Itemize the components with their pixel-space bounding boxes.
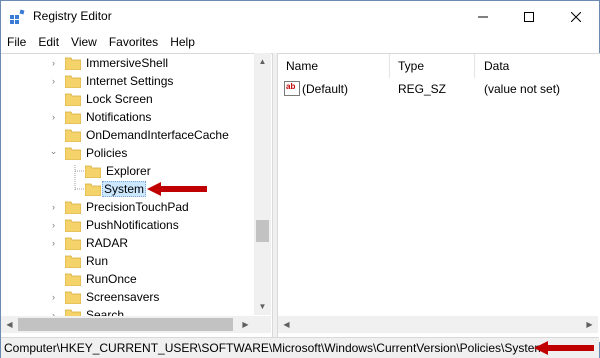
- window-title: Registry Editor: [33, 9, 112, 23]
- scroll-thumb[interactable]: [18, 318, 233, 331]
- folder-icon: [65, 273, 81, 286]
- menu-bar: File Edit View Favorites Help: [1, 32, 599, 52]
- tree-item-label: PushNotifications: [86, 218, 179, 232]
- list-header: Name Type Data: [278, 54, 600, 78]
- list-horizontal-scrollbar[interactable]: ◀ ▶: [278, 316, 598, 333]
- column-header-name[interactable]: Name: [286, 59, 318, 73]
- expand-chevron-icon[interactable]: ›: [49, 112, 58, 122]
- scroll-right-arrow-icon[interactable]: ▶: [237, 316, 254, 333]
- folder-icon: [65, 57, 81, 70]
- menu-view[interactable]: View: [65, 32, 103, 52]
- tree-item-label: System: [102, 181, 147, 197]
- tree-horizontal-scrollbar[interactable]: ◀ ▶: [1, 316, 254, 333]
- expand-chevron-icon[interactable]: ›: [49, 220, 58, 230]
- maximize-button[interactable]: [506, 1, 552, 32]
- close-button[interactable]: [553, 1, 599, 32]
- collapse-chevron-icon[interactable]: ⌄: [49, 146, 58, 156]
- tree-item[interactable]: › Notifications: [1, 108, 254, 126]
- tree-item-label: RADAR: [86, 236, 129, 250]
- registry-editor-app-icon: [10, 9, 25, 24]
- tree-item[interactable]: › RADAR: [1, 234, 254, 252]
- string-value-icon: ab: [284, 81, 300, 96]
- menu-file[interactable]: File: [1, 32, 32, 52]
- folder-icon: [65, 129, 81, 142]
- tree-item-label: Policies: [86, 146, 128, 160]
- expand-chevron-icon[interactable]: ›: [49, 202, 58, 212]
- status-bar: Computer\HKEY_CURRENT_USER\SOFTWARE\Micr…: [1, 337, 599, 358]
- tree-item[interactable]: › ImmersiveShell: [1, 54, 254, 72]
- folder-icon: [65, 75, 81, 88]
- registry-key-tree[interactable]: › ImmersiveShell › Internet Settings Loc…: [1, 53, 273, 342]
- annotation-arrow-icon: [534, 341, 594, 355]
- scroll-left-arrow-icon[interactable]: ◀: [1, 316, 18, 333]
- expand-chevron-icon[interactable]: ›: [49, 76, 58, 86]
- tree-item-label: OnDemandInterfaceCache: [86, 128, 229, 142]
- menu-favorites[interactable]: Favorites: [103, 32, 164, 52]
- tree-item[interactable]: Explorer: [1, 162, 254, 180]
- registry-editor-window: Registry Editor File Edit View Favorites…: [0, 0, 600, 358]
- title-bar: Registry Editor: [1, 1, 599, 32]
- expand-chevron-icon[interactable]: ›: [49, 58, 58, 68]
- folder-icon: [65, 219, 81, 232]
- tree-item-label: Screensavers: [86, 290, 160, 304]
- tree-item[interactable]: › Internet Settings: [1, 72, 254, 90]
- annotation-arrow-icon: [147, 182, 207, 196]
- folder-icon: [65, 291, 81, 304]
- folder-icon: [85, 165, 101, 178]
- tree-item-label: ImmersiveShell: [86, 56, 169, 70]
- scroll-up-arrow-icon[interactable]: ▲: [254, 53, 271, 70]
- tree-item[interactable]: › PushNotifications: [1, 216, 254, 234]
- menu-help[interactable]: Help: [164, 32, 201, 52]
- column-header-data[interactable]: Data: [484, 59, 509, 73]
- value-name: (Default): [302, 82, 349, 96]
- value-data: (value not set): [484, 82, 561, 96]
- column-header-type[interactable]: Type: [398, 59, 424, 73]
- tree-item[interactable]: ⌄ Policies: [1, 144, 254, 162]
- tree-item[interactable]: OnDemandInterfaceCache: [1, 126, 254, 144]
- tree-item-selected[interactable]: System: [1, 180, 254, 198]
- tree-item-label: Notifications: [86, 110, 152, 124]
- folder-icon: [65, 255, 81, 268]
- tree-item[interactable]: Run: [1, 252, 254, 270]
- tree-item[interactable]: Lock Screen: [1, 90, 254, 108]
- minimize-icon: [478, 16, 488, 17]
- close-icon: [571, 11, 581, 22]
- folder-icon: [65, 93, 81, 106]
- tree-item[interactable]: › PrecisionTouchPad: [1, 198, 254, 216]
- minimize-button[interactable]: [460, 1, 506, 32]
- tree-item-label: Explorer: [106, 164, 151, 178]
- list-row[interactable]: ab (Default) REG_SZ (value not set): [278, 80, 600, 98]
- tree-item-label: RunOnce: [86, 272, 137, 286]
- scrollbar-corner: [254, 316, 271, 333]
- column-divider[interactable]: [474, 54, 475, 78]
- menu-edit[interactable]: Edit: [32, 32, 65, 52]
- column-divider[interactable]: [389, 54, 390, 78]
- folder-open-icon: [65, 147, 81, 160]
- tree-item-label: PrecisionTouchPad: [86, 200, 189, 214]
- tree-item-label: Lock Screen: [86, 92, 153, 106]
- tree-item[interactable]: RunOnce: [1, 270, 254, 288]
- tree-vertical-scrollbar[interactable]: ▲ ▼: [254, 53, 271, 315]
- folder-icon: [85, 183, 101, 196]
- folder-icon: [65, 111, 81, 124]
- folder-icon: [65, 237, 81, 250]
- scroll-thumb[interactable]: [256, 220, 269, 242]
- maximize-icon: [524, 11, 534, 22]
- tree-item[interactable]: › Screensavers: [1, 288, 254, 306]
- scroll-left-arrow-icon[interactable]: ◀: [278, 316, 295, 333]
- registry-path: Computer\HKEY_CURRENT_USER\SOFTWARE\Micr…: [4, 341, 545, 355]
- folder-icon: [65, 201, 81, 214]
- expand-chevron-icon[interactable]: ›: [49, 292, 58, 302]
- scroll-down-arrow-icon[interactable]: ▼: [254, 298, 271, 315]
- tree-item-label: Run: [86, 254, 109, 268]
- value-type: REG_SZ: [398, 82, 447, 96]
- tree-item-label: Internet Settings: [86, 74, 174, 88]
- expand-chevron-icon[interactable]: ›: [49, 238, 58, 248]
- registry-values-list[interactable]: Name Type Data ab (Default) REG_SZ (valu…: [277, 53, 600, 342]
- scroll-right-arrow-icon[interactable]: ▶: [581, 316, 598, 333]
